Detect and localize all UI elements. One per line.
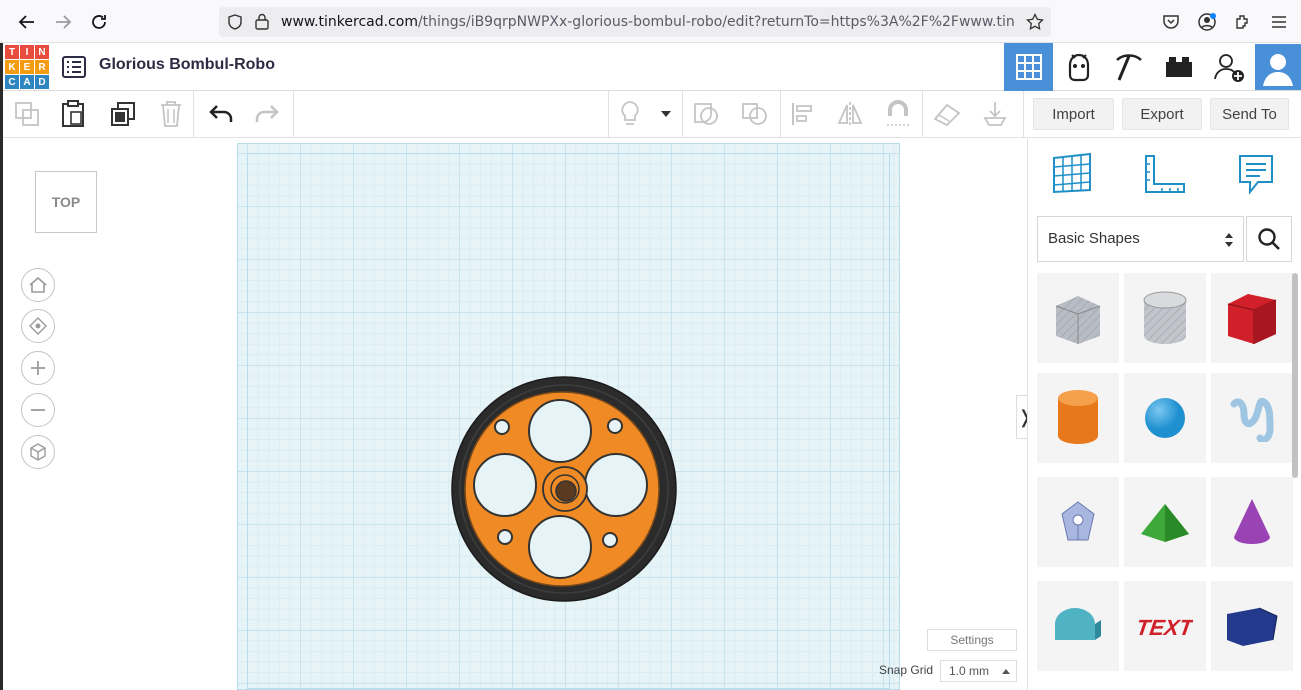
shape-tile-shape-generator[interactable] [1037, 477, 1119, 567]
toolbar-divider [608, 91, 609, 138]
3d-design-view-icon[interactable] [1004, 43, 1053, 91]
shape-tile-box-hole[interactable] [1037, 273, 1119, 363]
shape-tile-scribble[interactable] [1211, 373, 1293, 463]
logo-letter: C [5, 75, 19, 89]
snap-grid-select[interactable]: 1.0 mm [940, 660, 1017, 682]
reload-icon[interactable] [86, 9, 112, 35]
send-to-button[interactable]: Send To [1210, 98, 1289, 130]
pocket-icon[interactable] [1158, 9, 1184, 35]
drop-to-workplane-icon[interactable] [980, 99, 1010, 129]
menu-icon[interactable] [1266, 9, 1292, 35]
logo-letter: I [20, 45, 34, 59]
light-bulb-icon[interactable] [615, 99, 645, 129]
undo-icon[interactable] [206, 99, 236, 129]
group-icon[interactable] [691, 99, 721, 129]
cruise-magnet-icon[interactable] [883, 99, 913, 129]
import-button[interactable]: Import [1033, 98, 1114, 130]
shape-tile-box[interactable] [1211, 273, 1293, 363]
logo-letter: R [35, 60, 49, 74]
search-icon [1258, 228, 1280, 250]
mirror-icon[interactable] [835, 99, 865, 129]
shape-search-button[interactable] [1246, 216, 1292, 262]
chevron-up-icon [1002, 669, 1010, 674]
fit-view-icon[interactable] [21, 309, 55, 343]
ungroup-icon[interactable] [740, 99, 770, 129]
logo-letter: N [35, 45, 49, 59]
chevron-down-icon[interactable] [651, 99, 681, 129]
toolbar-divider [780, 91, 781, 138]
lego-brick-icon[interactable] [1154, 43, 1203, 91]
avatar[interactable] [1255, 43, 1301, 91]
url-domain: www.tinkercad.com [281, 14, 418, 30]
zoom-in-icon[interactable] [21, 351, 55, 385]
bricks-pickaxe-icon[interactable] [1104, 43, 1153, 91]
shape-tile-sphere[interactable] [1124, 373, 1206, 463]
design-title[interactable]: Glorious Bombul-Robo [99, 56, 275, 74]
shape-library-value: Basic Shapes [1048, 230, 1140, 247]
shape-tile-cylinder-hole[interactable] [1124, 273, 1206, 363]
perspective-cube-icon[interactable] [21, 435, 55, 469]
extensions-icon[interactable] [1230, 9, 1256, 35]
shape-tile-wedge[interactable] [1211, 581, 1293, 671]
settings-button[interactable]: Settings [927, 629, 1017, 651]
delete-trash-icon[interactable] [156, 99, 186, 129]
back-arrow-icon[interactable] [14, 9, 40, 35]
shape-tile-round-roof[interactable] [1037, 581, 1119, 671]
invite-user-icon[interactable] [1204, 43, 1253, 91]
copy-icon[interactable] [12, 99, 42, 129]
toolbar-divider [293, 91, 294, 138]
shape-tile-cylinder[interactable] [1037, 373, 1119, 463]
blocks-view-icon[interactable] [1054, 43, 1103, 91]
logo-letter: D [35, 75, 49, 89]
forward-arrow-icon[interactable] [50, 9, 76, 35]
app-header: TIN KER CAD Glorious Bombul-Robo [0, 43, 1301, 91]
url-path: /things/iB9qrpNWPXx-glorious-bombul-robo… [417, 14, 1015, 30]
bookmark-star-icon[interactable] [1026, 13, 1044, 31]
shape-tile-cone[interactable] [1211, 477, 1293, 567]
toolbar-divider [193, 91, 194, 138]
shape-tile-roof[interactable] [1124, 477, 1206, 567]
workplane-grid-icon[interactable] [1050, 152, 1094, 196]
ruler-icon[interactable] [1142, 152, 1186, 196]
panel-scrollbar[interactable] [1292, 273, 1298, 478]
edit-toolbar: Import Export Send To [0, 91, 1301, 138]
toolbar-divider [922, 91, 923, 138]
shield-icon[interactable] [227, 14, 243, 30]
logo-letter: E [20, 60, 34, 74]
lock-icon[interactable] [255, 13, 269, 30]
logo-letter: T [5, 45, 19, 59]
wheel-object[interactable] [450, 375, 678, 603]
tinkercad-logo[interactable]: TIN KER CAD [5, 45, 49, 89]
redo-icon[interactable] [252, 99, 282, 129]
align-icon[interactable] [788, 99, 818, 129]
export-button[interactable]: Export [1122, 98, 1202, 130]
snap-grid-value: 1.0 mm [949, 664, 990, 678]
duplicate-icon[interactable] [108, 99, 138, 129]
shape-library-select[interactable]: Basic Shapes [1037, 216, 1244, 262]
logo-letter: A [20, 75, 34, 89]
workplane-tool-icon[interactable] [932, 99, 962, 129]
url-text: www.tinkercad.com/things/iB9qrpNWPXx-glo… [281, 14, 1021, 30]
select-arrows-icon [1225, 233, 1233, 247]
home-view-icon[interactable] [21, 268, 55, 302]
svg-text:TEXT: TEXT [1137, 615, 1193, 640]
toolbar-divider [1023, 91, 1024, 138]
paste-icon[interactable] [58, 99, 88, 129]
notes-icon[interactable] [1234, 152, 1278, 196]
shape-tile-text[interactable]: TEXT [1124, 581, 1206, 671]
snap-grid-label: Snap Grid [879, 663, 934, 677]
toolbar-divider [682, 91, 683, 138]
zoom-out-icon[interactable] [21, 393, 55, 427]
logo-letter: K [5, 60, 19, 74]
url-bar[interactable]: www.tinkercad.com/things/iB9qrpNWPXx-glo… [219, 7, 1051, 37]
design-list-icon[interactable] [62, 56, 86, 78]
account-icon[interactable] [1194, 9, 1220, 35]
browser-toolbar: www.tinkercad.com/things/iB9qrpNWPXx-glo… [0, 0, 1301, 43]
view-cube[interactable]: TOP [35, 171, 97, 233]
